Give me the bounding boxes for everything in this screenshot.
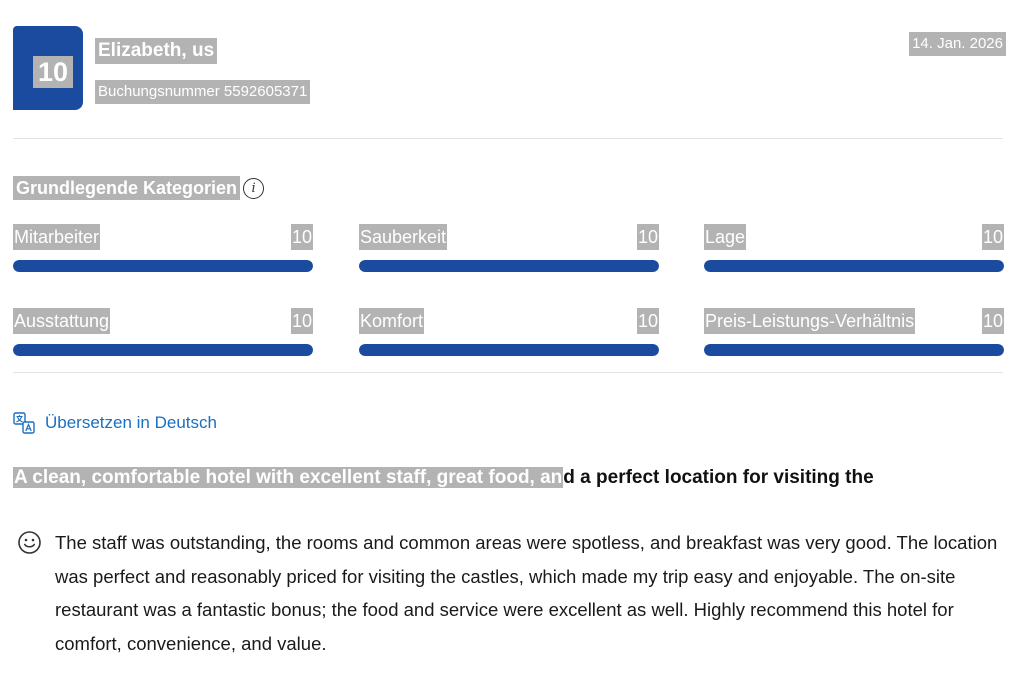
category-bar-fill [359, 260, 659, 272]
category-score: 10 [636, 308, 659, 334]
category-score: 10 [636, 224, 659, 250]
category-preis-leistung: Preis-Leistungs-Verhältnis 10 [704, 306, 1004, 362]
category-lage: Lage 10 [704, 222, 1004, 278]
category-bar [359, 260, 659, 272]
category-bar-fill [13, 260, 313, 272]
review-text: The staff was outstanding, the rooms and… [55, 532, 998, 654]
category-ausstattung: Ausstattung 10 [13, 306, 313, 362]
reviewer-name: Elizabeth, us [95, 38, 218, 64]
category-label: Preis-Leistungs-Verhältnis [704, 308, 916, 334]
translate-link-label: Übersetzen in Deutsch [45, 413, 217, 432]
category-bar-fill [359, 344, 659, 356]
review-date: 14. Jan. 2026 [909, 32, 1006, 56]
category-score: 10 [290, 308, 313, 334]
review-title-rest: d a perfect location for visiting the [563, 467, 874, 488]
smile-icon [17, 530, 42, 555]
category-score: 10 [981, 308, 1004, 334]
category-komfort: Komfort 10 [359, 306, 659, 362]
category-bar [704, 260, 1004, 272]
score-badge: 10 [13, 26, 83, 110]
category-bar [359, 344, 659, 356]
category-bar [13, 260, 313, 272]
category-label: Komfort [359, 308, 425, 334]
category-grid: Mitarbeiter 10 Sauberkeit 10 Lage 10 Aus… [13, 222, 1004, 362]
score-value: 10 [33, 56, 73, 88]
translate-link[interactable]: Übersetzen in Deutsch [13, 412, 217, 434]
category-bar-fill [704, 260, 1004, 272]
divider [13, 372, 1003, 373]
category-score: 10 [290, 224, 313, 250]
translate-icon [13, 412, 35, 434]
category-label: Lage [704, 224, 747, 250]
review-title: A clean, comfortable hotel with excellen… [13, 464, 874, 492]
category-bar-fill [704, 344, 1004, 356]
review-header: 10 Elizabeth, us Buchungsnummer 55926053… [13, 26, 1006, 110]
category-label: Ausstattung [13, 308, 111, 334]
category-mitarbeiter: Mitarbeiter 10 [13, 222, 313, 278]
category-label: Mitarbeiter [13, 224, 101, 250]
category-bar-fill [13, 344, 313, 356]
categories-heading-text: Grundlegende Kategorien [13, 176, 241, 200]
category-bar [704, 344, 1004, 356]
categories-heading: Grundlegende Kategorien i [13, 175, 265, 201]
info-icon[interactable]: i [243, 177, 265, 199]
booking-number: Buchungsnummer 5592605371 [95, 80, 311, 104]
category-label: Sauberkeit [359, 224, 448, 250]
category-bar [13, 344, 313, 356]
category-sauberkeit: Sauberkeit 10 [359, 222, 659, 278]
category-score: 10 [981, 224, 1004, 250]
divider [13, 138, 1003, 139]
review-title-highlighted: A clean, comfortable hotel with excellen… [13, 467, 564, 488]
